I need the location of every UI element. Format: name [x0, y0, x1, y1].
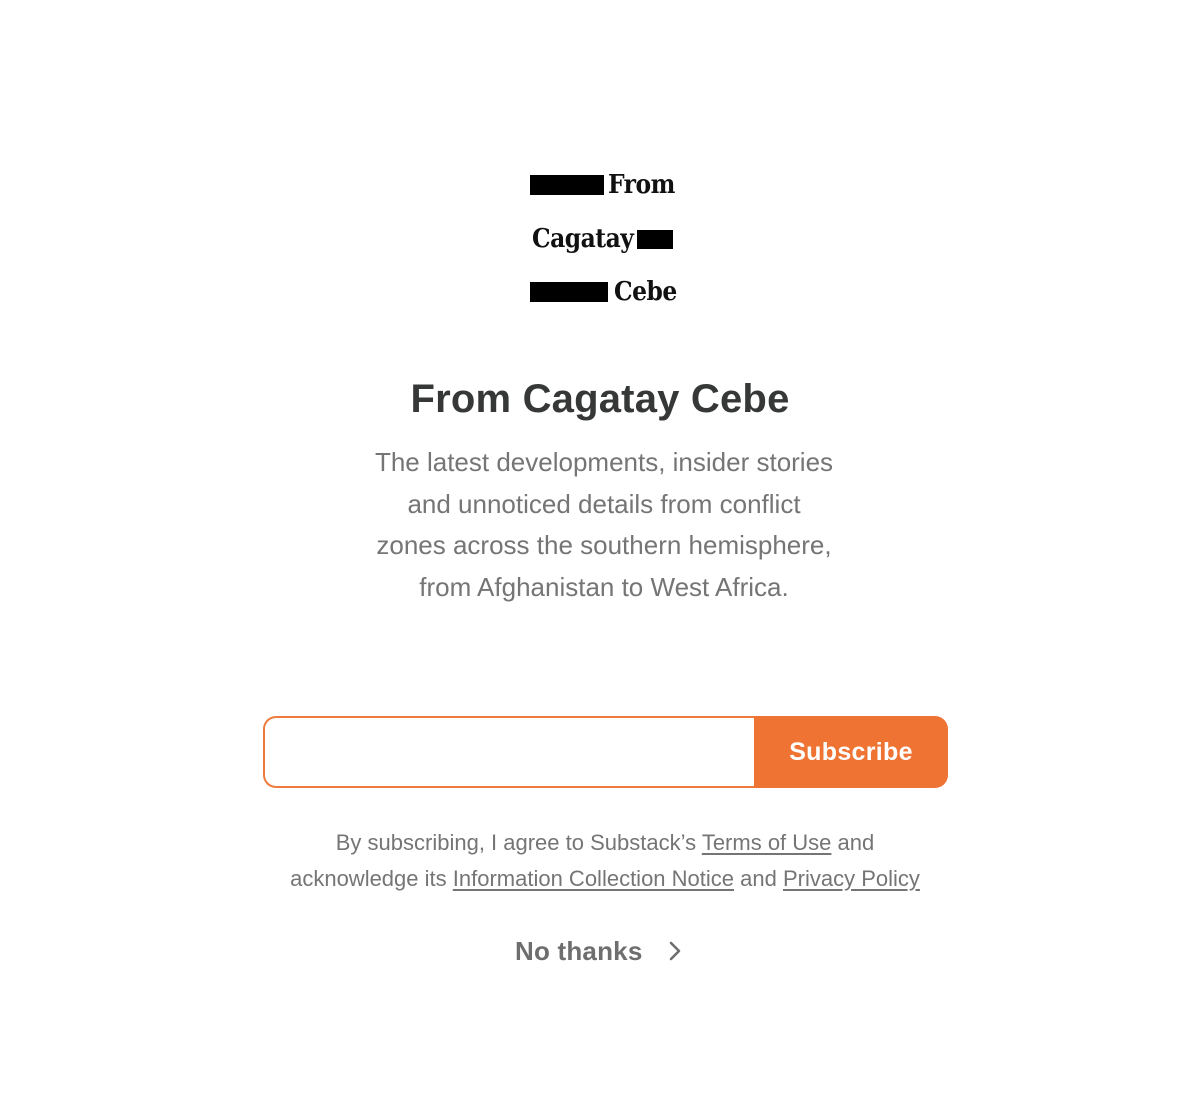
chevron-right-icon: [670, 941, 681, 961]
logo-redaction-bar: [530, 282, 608, 302]
no-thanks-button[interactable]: No thanks: [515, 933, 682, 969]
no-thanks-label: No thanks: [515, 935, 643, 966]
logo-text-cagatay: Cagatay: [532, 224, 634, 254]
terms-notice: By subscribing, I agree to Substack’s Te…: [240, 825, 970, 897]
description-line: The latest developments, insider stories: [374, 447, 834, 477]
terms-and-text: and: [837, 830, 875, 855]
terms-prefix: By subscribing, I agree to Substack’s: [335, 830, 697, 855]
subscribe-page: From Cagatay Cebe From Cagatay Cebe The …: [0, 0, 1200, 1117]
description-line: zones across the southern hemisphere,: [376, 530, 832, 560]
logo-text-cebe: Cebe: [614, 277, 677, 307]
terms-acknowledge-text: acknowledge its: [290, 866, 447, 891]
terms-of-use-link[interactable]: Terms of Use: [702, 830, 832, 855]
logo-line-3: Cebe: [530, 277, 677, 307]
description-line: and unnoticed details from conflict: [407, 488, 801, 519]
publication-title: From Cagatay Cebe: [410, 377, 790, 421]
privacy-policy-link[interactable]: Privacy Policy: [783, 866, 920, 891]
logo-line-2: Cagatay: [532, 224, 674, 254]
information-collection-notice-link[interactable]: Information Collection Notice: [453, 866, 734, 891]
logo-text-from: From: [608, 170, 675, 200]
logo-redaction-bar: [637, 229, 674, 249]
description-line: from Afghanistan to West Africa.: [419, 571, 789, 602]
email-input[interactable]: [263, 716, 754, 788]
logo-line-1: From: [530, 170, 675, 200]
publication-description: The latest developments, insider stories…: [340, 442, 868, 608]
terms-and-text: and: [740, 866, 777, 891]
terms-line-1: By subscribing, I agree to Substack’s Te…: [240, 825, 970, 861]
subscribe-button[interactable]: Subscribe: [754, 716, 948, 788]
logo-redaction-bar: [530, 175, 604, 195]
terms-line-2: acknowledge its Information Collection N…: [240, 861, 970, 897]
subscribe-form: Subscribe: [263, 716, 948, 788]
publication-logo: From Cagatay Cebe: [530, 168, 680, 308]
